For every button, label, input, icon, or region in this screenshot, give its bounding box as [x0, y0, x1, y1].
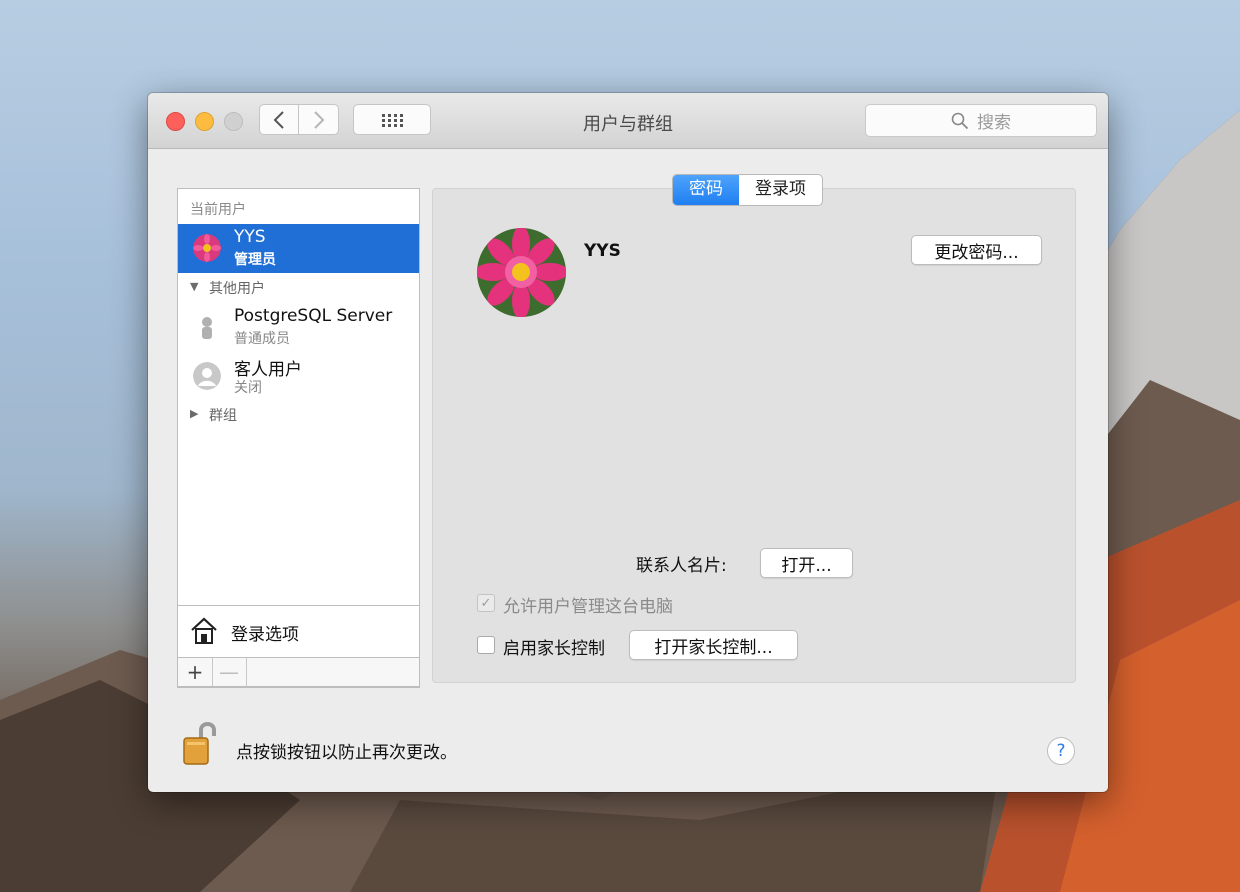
login-options-row[interactable]: 登录选项 — [177, 605, 420, 658]
users-groups-window: 用户与群组 搜索 当前用户 YYS 管理员 ▼ 其他用户 PostgreSQL … — [148, 93, 1108, 792]
title-bar: 用户与群组 搜索 — [148, 93, 1108, 149]
user-role: 普通成员 — [234, 331, 290, 347]
change-password-button[interactable]: 更改密码... — [911, 235, 1042, 265]
tab-bar: 密码 登录项 — [672, 174, 823, 206]
user-role: 管理员 — [234, 252, 276, 268]
user-full-name: YYS — [584, 241, 621, 261]
open-parental-controls-button[interactable]: 打开家长控制... — [629, 630, 798, 660]
lock-message: 点按锁按钮以防止再次更改。 — [236, 743, 457, 763]
triangle-down-icon[interactable]: ▼ — [190, 280, 198, 293]
parental-controls-checkbox[interactable] — [477, 636, 495, 654]
user-role: 关闭 — [234, 380, 262, 396]
parental-controls-label: 启用家长控制 — [503, 639, 605, 659]
login-options-label: 登录选项 — [231, 625, 299, 645]
search-placeholder: 搜索 — [977, 113, 1011, 133]
allow-admin-label: 允许用户管理这台电脑 — [503, 597, 673, 617]
search-field[interactable]: 搜索 — [865, 104, 1097, 137]
open-contact-button[interactable]: 打开... — [760, 548, 853, 578]
user-row-guest[interactable]: 客人用户 关闭 — [178, 352, 419, 401]
tab-password[interactable]: 密码 — [673, 175, 739, 205]
user-name: YYS — [234, 227, 266, 247]
user-row-yys[interactable]: YYS 管理员 — [178, 224, 419, 273]
add-remove-bar: + — — [177, 657, 420, 687]
user-picture[interactable] — [477, 228, 566, 317]
tab-login-items[interactable]: 登录项 — [739, 175, 822, 205]
lock-icon[interactable] — [181, 718, 217, 766]
other-users-label[interactable]: 其他用户 — [209, 278, 265, 298]
allow-admin-checkbox[interactable]: ✓ — [477, 594, 495, 612]
help-button[interactable]: ? — [1047, 737, 1075, 765]
search-icon — [951, 112, 969, 129]
contact-card-label: 联系人名片: — [636, 556, 727, 576]
add-user-button[interactable]: + — [178, 658, 213, 686]
user-row-postgresql[interactable]: PostgreSQL Server 普通成员 — [178, 303, 419, 352]
remove-user-button[interactable]: — — [212, 658, 247, 686]
current-users-label: 当前用户 — [190, 202, 246, 218]
avatar — [193, 234, 221, 262]
groups-label[interactable]: 群组 — [209, 405, 237, 425]
triangle-right-icon[interactable]: ▶ — [190, 407, 198, 420]
person-icon — [202, 317, 212, 339]
user-name: PostgreSQL Server — [234, 306, 393, 326]
house-icon — [191, 617, 217, 644]
guest-user-icon — [193, 362, 221, 390]
